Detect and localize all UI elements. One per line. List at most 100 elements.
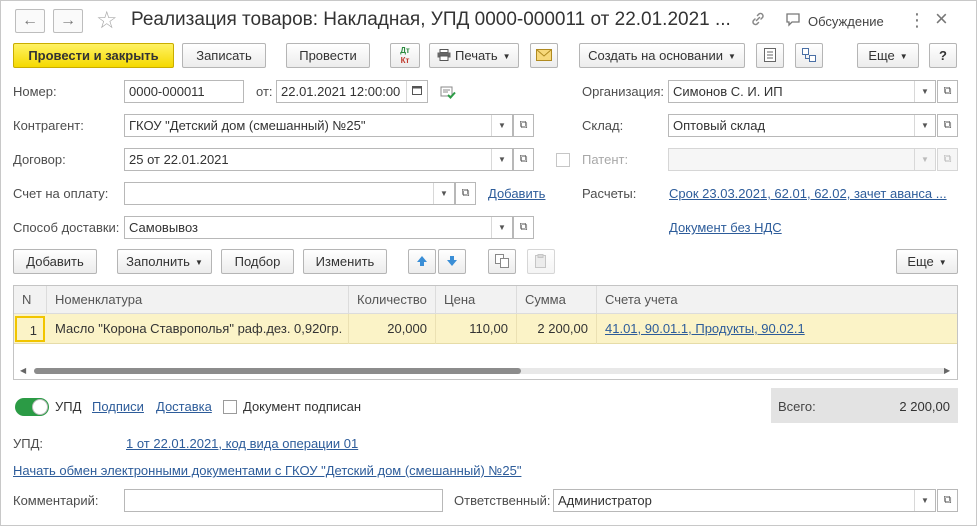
patent-checkbox[interactable] xyxy=(556,153,570,167)
help-button[interactable]: ? xyxy=(929,43,957,68)
chevron-down-icon: ▼ xyxy=(194,258,203,268)
move-up-button[interactable] xyxy=(408,249,436,274)
open-warehouse-button[interactable]: ⧉ xyxy=(937,114,958,137)
dt-kt-icon-top: Дт xyxy=(400,46,410,55)
post-button[interactable]: Провести xyxy=(286,43,370,68)
posted-status-icon xyxy=(440,84,456,103)
dt-kt-icon-bottom: Кт xyxy=(400,56,410,65)
copy-row-button[interactable] xyxy=(488,249,516,274)
open-responsible-button[interactable]: ⧉ xyxy=(937,489,958,512)
contract-field[interactable]: 25 от 22.01.2021 ▼ xyxy=(124,148,513,171)
organization-label: Организация: xyxy=(582,84,665,99)
dt-kt-button[interactable]: Дт Кт xyxy=(390,43,420,68)
pick-button[interactable]: Подбор xyxy=(221,249,294,274)
discussion-icon[interactable] xyxy=(785,11,801,32)
scrollbar-thumb[interactable] xyxy=(34,368,521,374)
open-delivery-button[interactable]: ⧉ xyxy=(513,216,534,239)
goods-table: N Номенклатура Количество Цена Сумма Сче… xyxy=(13,285,958,380)
paste-row-button[interactable] xyxy=(527,249,555,274)
row-sum[interactable]: 2 200,00 xyxy=(517,314,597,344)
open-icon: ⧉ xyxy=(461,187,470,199)
structure-button[interactable] xyxy=(795,43,823,68)
discussion-link[interactable]: Обсуждение xyxy=(808,14,884,29)
contract-label: Договор: xyxy=(13,152,66,167)
calendar-icon[interactable] xyxy=(406,81,427,102)
start-edo-exchange-link[interactable]: Начать обмен электронными документами с … xyxy=(13,463,521,478)
organization-field[interactable]: Симонов С. И. ИП ▼ xyxy=(668,80,936,103)
settlements-link[interactable]: Срок 23.03.2021, 62.01, 62.02, зачет ава… xyxy=(669,186,947,201)
chevron-down-icon[interactable]: ▼ xyxy=(914,490,935,511)
row-quantity[interactable]: 20,000 xyxy=(349,314,436,344)
column-header-nomenclature[interactable]: Номенклатура xyxy=(47,286,349,314)
row-accounts-link[interactable]: 41.01, 90.01.1, Продукты, 90.02.1 xyxy=(605,321,805,336)
open-organization-button[interactable]: ⧉ xyxy=(937,80,958,103)
journal-button[interactable] xyxy=(756,43,784,68)
warehouse-field[interactable]: Оптовый склад ▼ xyxy=(668,114,936,137)
column-header-n[interactable]: N xyxy=(14,286,47,314)
more-menu-icon[interactable]: ⋮ xyxy=(908,10,926,31)
chevron-down-icon[interactable]: ▼ xyxy=(914,115,935,136)
open-invoice-button[interactable]: ⧉ xyxy=(455,182,476,205)
row-accounts[interactable]: 41.01, 90.01.1, Продукты, 90.02.1 xyxy=(597,314,957,344)
fill-button[interactable]: Заполнить ▼ xyxy=(117,249,212,274)
column-header-price[interactable]: Цена xyxy=(436,286,517,314)
signatures-link[interactable]: Подписи xyxy=(92,399,144,414)
chevron-down-icon[interactable]: ▼ xyxy=(491,115,512,136)
column-header-accounts[interactable]: Счета учета xyxy=(597,286,957,314)
number-field[interactable]: 0000-000011 xyxy=(124,80,244,103)
move-down-button[interactable] xyxy=(438,249,466,274)
add-row-button[interactable]: Добавить xyxy=(13,249,97,274)
column-header-quantity[interactable]: Количество xyxy=(349,286,436,314)
horizontal-scrollbar[interactable] xyxy=(34,368,947,374)
upd-document-link[interactable]: 1 от 22.01.2021, код вида операции 01 xyxy=(126,436,358,451)
chevron-down-icon[interactable]: ▼ xyxy=(914,81,935,102)
date-field[interactable]: 22.01.2021 12:00:00 xyxy=(276,80,428,103)
chevron-down-icon[interactable]: ▼ xyxy=(491,217,512,238)
upd-toggle[interactable] xyxy=(15,398,49,416)
delivery-method-label: Способ доставки: xyxy=(13,220,120,235)
close-icon[interactable]: × xyxy=(935,8,948,30)
table-row[interactable]: 1 Масло "Корона Ставрополья" раф.дез. 0,… xyxy=(14,314,957,344)
delivery-link[interactable]: Доставка xyxy=(156,399,212,414)
chevron-down-icon[interactable]: ▼ xyxy=(491,149,512,170)
row-number[interactable]: 1 xyxy=(15,316,45,342)
row-nomenclature[interactable]: Масло "Корона Ставрополья" раф.дез. 0,92… xyxy=(47,314,349,344)
open-contractor-button[interactable]: ⧉ xyxy=(513,114,534,137)
post-and-close-button[interactable]: Провести и закрыть xyxy=(13,43,174,68)
toggle-knob xyxy=(32,399,48,415)
save-button[interactable]: Записать xyxy=(182,43,266,68)
organization-value: Симонов С. И. ИП xyxy=(673,84,783,99)
chevron-down-icon: ▼ xyxy=(502,52,511,62)
delivery-method-field[interactable]: Самовывоз ▼ xyxy=(124,216,513,239)
column-header-sum[interactable]: Сумма xyxy=(517,286,597,314)
open-contract-button[interactable]: ⧉ xyxy=(513,148,534,171)
responsible-field[interactable]: Администратор ▼ xyxy=(553,489,936,512)
scroll-left-icon[interactable]: ◀ xyxy=(20,366,26,375)
forward-button[interactable]: → xyxy=(53,9,83,33)
create-based-label: Создать на основании xyxy=(588,48,723,63)
more-actions-button[interactable]: Еще ▼ xyxy=(857,43,919,68)
create-based-on-button[interactable]: Создать на основании ▼ xyxy=(579,43,745,68)
open-icon: ⧉ xyxy=(519,221,528,233)
back-button[interactable]: ← xyxy=(15,9,45,33)
no-vat-document-link[interactable]: Документ без НДС xyxy=(669,220,782,235)
document-structure-icon xyxy=(802,48,816,63)
upd-label: УПД: xyxy=(13,436,44,451)
scroll-right-icon[interactable]: ▶ xyxy=(944,366,950,375)
table-more-button[interactable]: Еще ▼ xyxy=(896,249,958,274)
envelope-icon xyxy=(536,48,552,63)
document-signed-checkbox[interactable] xyxy=(223,400,237,414)
comment-field[interactable] xyxy=(124,489,443,512)
change-button[interactable]: Изменить xyxy=(303,249,387,274)
row-price[interactable]: 110,00 xyxy=(436,314,517,344)
link-icon[interactable] xyxy=(750,11,766,32)
favorite-star-icon[interactable]: ☆ xyxy=(96,6,118,35)
chevron-down-icon[interactable]: ▼ xyxy=(433,183,454,204)
total-value: 2 200,00 xyxy=(899,399,950,414)
invoice-field[interactable]: ▼ xyxy=(124,182,455,205)
add-invoice-link[interactable]: Добавить xyxy=(488,186,545,201)
open-patent-button: ⧉ xyxy=(937,148,958,171)
email-button[interactable] xyxy=(530,43,558,68)
contractor-field[interactable]: ГКОУ "Детский дом (смешанный) №25" ▼ xyxy=(124,114,513,137)
print-button[interactable]: Печать ▼ xyxy=(429,43,519,68)
